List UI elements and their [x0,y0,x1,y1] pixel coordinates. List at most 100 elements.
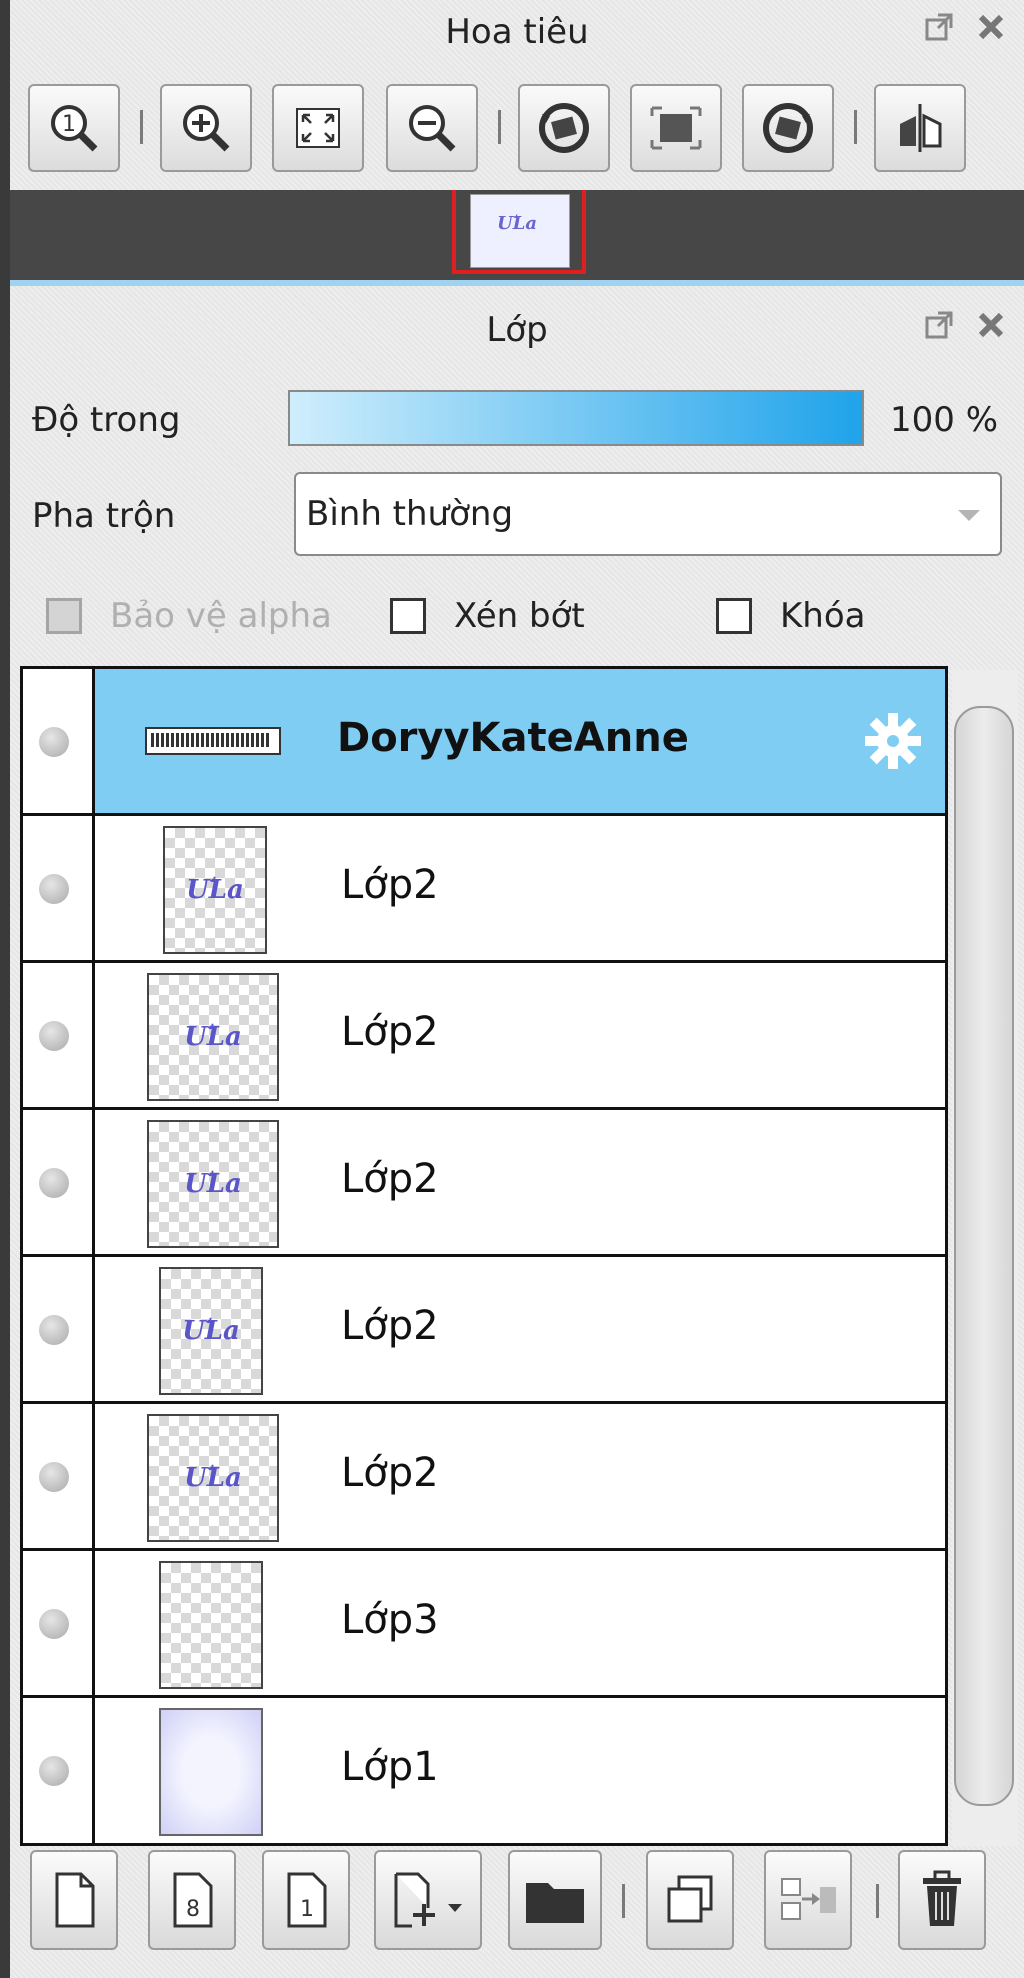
blend-mode-select[interactable]: Bình thường [294,472,1002,556]
layer-list: DoryyKateAnne ƯLa Lớp2 ƯLa Lớp2 ƯLa Lớp2 [20,666,948,1846]
flip-horizontal-button[interactable] [874,84,966,172]
close-icon [978,312,1004,338]
visibility-toggle[interactable] [39,1462,69,1492]
layer-thumbnail [159,1708,263,1836]
layer-name[interactable]: DoryyKateAnne [337,715,689,761]
layer-row[interactable]: ƯLa Lớp2 [23,816,945,963]
layer-thumbnail: ƯLa [147,973,279,1101]
protect-alpha-label: Bảo vệ alpha [110,596,332,636]
add-layer-dropdown-icon [394,1872,462,1928]
zoom-in-icon [183,105,230,152]
visibility-column [23,1110,95,1254]
clipping-checkbox[interactable] [390,598,426,634]
zoom-reset-button[interactable]: 1 [28,84,120,172]
new-1bit-layer-icon: 1 [287,1872,327,1928]
fit-window-icon [296,108,340,148]
reset-view-icon [650,106,702,150]
rotate-left-button[interactable] [518,84,610,172]
canvas-thumbnail: ƯLa [470,194,570,268]
layers-title: Lớp [486,310,548,350]
visibility-column [23,1551,95,1695]
layer-name[interactable]: Lớp1 [341,1744,439,1790]
folder-icon [526,1883,584,1923]
chevron-down-icon [958,510,980,521]
layer-thumbnail: ƯLa [147,1414,279,1542]
add-layer-menu-button[interactable] [374,1850,482,1950]
layer-row[interactable]: Lớp1 [23,1698,945,1843]
visibility-toggle[interactable] [39,1168,69,1198]
close-layers-button[interactable] [970,304,1012,346]
navigator-title: Hoa tiêu [445,12,589,52]
zoom-out-button[interactable] [386,84,478,172]
navigator-panel: Hoa tiêu 1 [10,0,1024,190]
new-8bit-layer-icon: 8 [173,1872,213,1928]
opacity-slider[interactable] [288,390,864,446]
scrollbar-thumb[interactable] [954,706,1014,1806]
layer-name[interactable]: Lớp2 [341,1156,439,1202]
visibility-toggle[interactable] [39,1756,69,1786]
merge-down-icon [781,1878,836,1920]
visibility-column [23,816,95,960]
clipping-label: Xén bớt [454,596,585,636]
layer-name[interactable]: Lớp3 [341,1597,439,1643]
rotate-right-icon [763,103,813,153]
lock-checkbox[interactable] [716,598,752,634]
rotate-right-button[interactable] [742,84,834,172]
layer-name[interactable]: Lớp2 [341,862,439,908]
thumbnail-mark: ƯLa [184,1463,242,1493]
layer-row[interactable]: ƯLa Lớp2 [23,963,945,1110]
trash-icon [923,1870,961,1926]
merge-layer-button[interactable] [764,1850,852,1950]
thumbnail-mark: ƯLa [184,1022,242,1052]
new-folder-button[interactable] [508,1850,602,1950]
settings-gear-icon[interactable] [863,711,923,771]
layer-name[interactable]: Lớp2 [341,1450,439,1496]
visibility-toggle[interactable] [39,1315,69,1345]
new-8bit-layer-button[interactable]: 8 [148,1850,236,1950]
visibility-toggle[interactable] [39,874,69,904]
visibility-column [23,1698,95,1843]
layer-row[interactable]: Lớp3 [23,1551,945,1698]
reset-rotation-button[interactable] [630,84,722,172]
close-icon [978,14,1004,40]
navigator-view-frame[interactable]: ƯLa [452,190,586,274]
thumbnail-mark: ƯLa [184,1169,242,1199]
visibility-column [23,1257,95,1401]
lock-label: Khóa [780,596,866,636]
visibility-toggle[interactable] [39,1609,69,1639]
duplicate-layer-button[interactable] [646,1850,734,1950]
layer-row[interactable]: ƯLa Lớp2 [23,1110,945,1257]
blend-mode-value: Bình thường [306,494,514,534]
new-layer-button[interactable] [30,1850,118,1950]
navigator-preview[interactable]: ƯLa [10,190,1024,280]
fit-window-button[interactable] [272,84,364,172]
opacity-value: 100 % [890,400,999,440]
layer-thumbnail: ƯLa [147,1120,279,1248]
delete-layer-button[interactable] [898,1850,986,1950]
undock-icon [925,311,953,339]
zoom-out-icon [409,105,456,152]
thumbnail-mark: ƯLa [182,1316,240,1346]
zoom-reset-icon: 1 [51,105,98,152]
layer-name[interactable]: Lớp2 [341,1009,439,1055]
opacity-slider-fill [290,392,862,444]
close-navigator-button[interactable] [970,6,1012,48]
visibility-toggle[interactable] [39,1021,69,1051]
visibility-toggle[interactable] [39,727,69,757]
zoom-in-button[interactable] [160,84,252,172]
layer-row[interactable]: DoryyKateAnne [23,669,945,816]
layer-thumbnail: ƯLa [163,826,267,954]
undock-layers-button[interactable] [918,304,960,346]
undock-button[interactable] [918,6,960,48]
undock-icon [925,13,953,41]
layer-row[interactable]: ƯLa Lớp2 [23,1404,945,1551]
thumbnail-mark: ƯLa [186,875,244,905]
protect-alpha-checkbox[interactable] [46,598,82,634]
rotate-left-icon [539,103,589,153]
layer-thumbnail [159,1561,263,1689]
layer-row[interactable]: ƯLa Lớp2 [23,1257,945,1404]
visibility-column [23,1404,95,1548]
layer-name[interactable]: Lớp2 [341,1303,439,1349]
layer-thumbnail [145,727,281,755]
new-1bit-layer-button[interactable]: 1 [262,1850,350,1950]
